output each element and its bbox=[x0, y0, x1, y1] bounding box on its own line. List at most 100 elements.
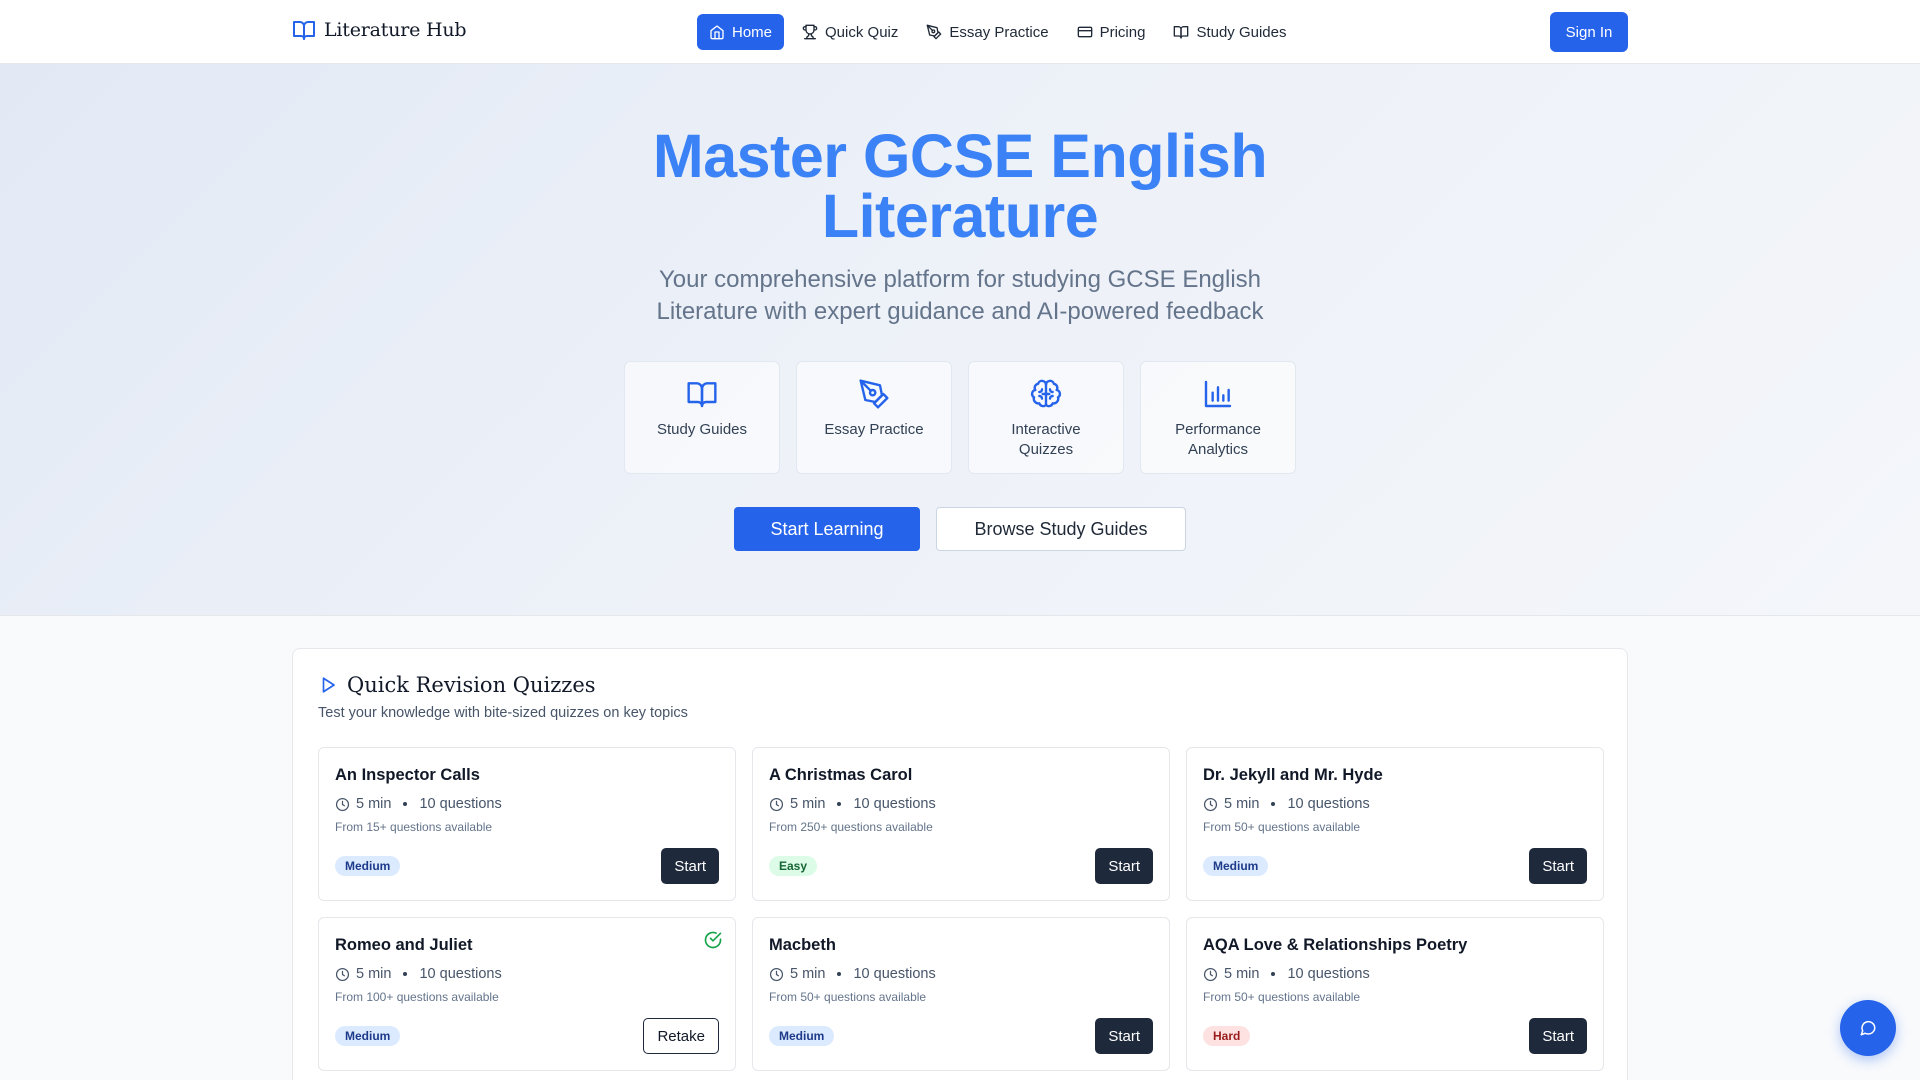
message-circle-icon bbox=[1859, 1019, 1877, 1037]
quiz-availability: From 50+ questions available bbox=[769, 990, 927, 1004]
quiz-question-count: 10 questions bbox=[419, 796, 502, 812]
sign-in-button[interactable]: Sign In bbox=[1550, 12, 1628, 52]
hero-subtitle: Your comprehensive platform for studying… bbox=[656, 266, 1264, 325]
difficulty-badge: Medium bbox=[335, 856, 401, 876]
browse-study-guides-button[interactable]: Browse Study Guides bbox=[936, 507, 1186, 551]
quiz-duration: 5 min bbox=[1224, 796, 1260, 812]
home-icon bbox=[709, 24, 725, 40]
quiz-duration: 5 min bbox=[790, 796, 826, 812]
panel-subtitle: Test your knowledge with bite-sized quiz… bbox=[318, 705, 688, 721]
quiz-card: A Christmas Carol 5 min 10 questions Fro… bbox=[752, 747, 1170, 901]
credit-card-icon bbox=[1077, 24, 1093, 40]
clock-icon bbox=[1203, 967, 1218, 982]
quiz-meta: 5 min 10 questions bbox=[1203, 966, 1370, 982]
clock-icon bbox=[769, 797, 784, 812]
quiz-card: Dr. Jekyll and Mr. Hyde 5 min 10 questio… bbox=[1186, 747, 1604, 901]
clock-icon bbox=[335, 967, 350, 982]
hero-section: Master GCSE English Literature Your comp… bbox=[0, 64, 1920, 616]
feature-study-guides: Study Guides bbox=[624, 361, 780, 474]
quiz-availability: From 15+ questions available bbox=[335, 820, 493, 834]
nav-essay-practice[interactable]: Essay Practice bbox=[916, 14, 1058, 50]
quiz-title: Macbeth bbox=[769, 936, 836, 954]
difficulty-badge: Medium bbox=[335, 1026, 401, 1046]
separator-dot bbox=[1271, 802, 1276, 806]
nav-home[interactable]: Home bbox=[697, 14, 785, 50]
feature-essay-practice: Essay Practice bbox=[796, 361, 952, 474]
quiz-title: A Christmas Carol bbox=[769, 766, 913, 784]
quiz-duration: 5 min bbox=[790, 966, 826, 982]
feature-label: Study Guides bbox=[656, 421, 748, 438]
nav-study-guides[interactable]: Study Guides bbox=[1163, 14, 1296, 50]
book-open-icon bbox=[1173, 24, 1189, 40]
start-quiz-button[interactable]: Start bbox=[1095, 1018, 1153, 1054]
clock-icon bbox=[769, 967, 784, 982]
quiz-meta: 5 min 10 questions bbox=[769, 796, 936, 812]
nav-quick-quiz[interactable]: Quick Quiz bbox=[792, 14, 908, 50]
top-header: Literature Hub Home Quick Quiz Essay Pra… bbox=[0, 0, 1920, 64]
hero-title: Master GCSE English Literature bbox=[0, 126, 1920, 250]
quiz-title: Romeo and Juliet bbox=[335, 936, 473, 954]
quiz-duration: 5 min bbox=[356, 966, 392, 982]
panel-title: Quick Revision Quizzes bbox=[347, 673, 596, 697]
hero-title-line2: Literature bbox=[821, 182, 1099, 250]
brand-logo[interactable]: Literature Hub bbox=[292, 18, 467, 42]
start-quiz-button[interactable]: Start bbox=[1095, 848, 1153, 884]
quiz-meta: 5 min 10 questions bbox=[1203, 796, 1370, 812]
quiz-card: An Inspector Calls 5 min 10 questions Fr… bbox=[318, 747, 736, 901]
quiz-title: Dr. Jekyll and Mr. Hyde bbox=[1203, 766, 1383, 784]
separator-dot bbox=[403, 802, 408, 806]
start-quiz-button[interactable]: Start bbox=[1529, 848, 1587, 884]
quiz-duration: 5 min bbox=[356, 796, 392, 812]
brain-icon bbox=[1030, 378, 1062, 410]
chat-button[interactable] bbox=[1840, 1000, 1896, 1056]
main-nav: Home Quick Quiz Essay Practice Pricing S… bbox=[697, 14, 1297, 50]
separator-dot bbox=[1271, 972, 1276, 976]
quiz-availability: From 250+ questions available bbox=[769, 820, 933, 834]
quiz-availability: From 50+ questions available bbox=[1203, 990, 1361, 1004]
separator-dot bbox=[837, 802, 842, 806]
panel-header: Quick Revision Quizzes bbox=[319, 673, 596, 697]
feature-label: Essay Practice bbox=[824, 421, 924, 438]
quiz-question-count: 10 questions bbox=[1287, 966, 1370, 982]
difficulty-badge: Hard bbox=[1203, 1026, 1251, 1046]
quiz-card: AQA Love & Relationships Poetry 5 min 10… bbox=[1186, 917, 1604, 1071]
quick-revision-quizzes-panel: Quick Revision Quizzes Test your knowled… bbox=[292, 648, 1628, 1080]
retake-quiz-button[interactable]: Retake bbox=[643, 1018, 719, 1054]
start-quiz-button[interactable]: Start bbox=[661, 848, 719, 884]
play-icon bbox=[319, 676, 337, 694]
quiz-meta: 5 min 10 questions bbox=[769, 966, 936, 982]
start-learning-button[interactable]: Start Learning bbox=[734, 507, 920, 551]
feature-interactive-quizzes: Interactive Quizzes bbox=[968, 361, 1124, 474]
nav-quick-quiz-label: Quick Quiz bbox=[825, 23, 899, 41]
pen-tool-icon bbox=[858, 378, 890, 410]
difficulty-badge: Medium bbox=[769, 1026, 835, 1046]
book-open-icon bbox=[686, 378, 718, 410]
difficulty-badge: Easy bbox=[769, 856, 818, 876]
clock-icon bbox=[1203, 797, 1218, 812]
separator-dot bbox=[837, 972, 842, 976]
trophy-icon bbox=[802, 24, 818, 40]
quiz-grid: An Inspector Calls 5 min 10 questions Fr… bbox=[318, 747, 1604, 1071]
quiz-card: Macbeth 5 min 10 questions From 50+ ques… bbox=[752, 917, 1170, 1071]
quiz-meta: 5 min 10 questions bbox=[335, 796, 502, 812]
quiz-question-count: 10 questions bbox=[1287, 796, 1370, 812]
feature-cards: Study Guides Essay Practice Interactive … bbox=[624, 361, 1296, 474]
nav-home-label: Home bbox=[732, 23, 773, 41]
feature-label: Interactive Quizzes bbox=[1011, 421, 1081, 458]
feature-performance-analytics: Performance Analytics bbox=[1140, 361, 1296, 474]
check-circle-icon bbox=[703, 930, 723, 950]
difficulty-badge: Medium bbox=[1203, 856, 1269, 876]
quiz-meta: 5 min 10 questions bbox=[335, 966, 502, 982]
nav-pricing-label: Pricing bbox=[1099, 23, 1146, 41]
start-quiz-button[interactable]: Start bbox=[1529, 1018, 1587, 1054]
bar-chart-icon bbox=[1202, 378, 1234, 410]
quiz-duration: 5 min bbox=[1224, 966, 1260, 982]
quiz-availability: From 50+ questions available bbox=[1203, 820, 1361, 834]
quiz-question-count: 10 questions bbox=[853, 796, 936, 812]
nav-study-guides-label: Study Guides bbox=[1196, 23, 1287, 41]
nav-pricing[interactable]: Pricing bbox=[1067, 14, 1156, 50]
book-open-icon bbox=[292, 18, 316, 42]
quiz-question-count: 10 questions bbox=[853, 966, 936, 982]
feature-label: Performance Analytics bbox=[1175, 421, 1261, 458]
clock-icon bbox=[335, 797, 350, 812]
